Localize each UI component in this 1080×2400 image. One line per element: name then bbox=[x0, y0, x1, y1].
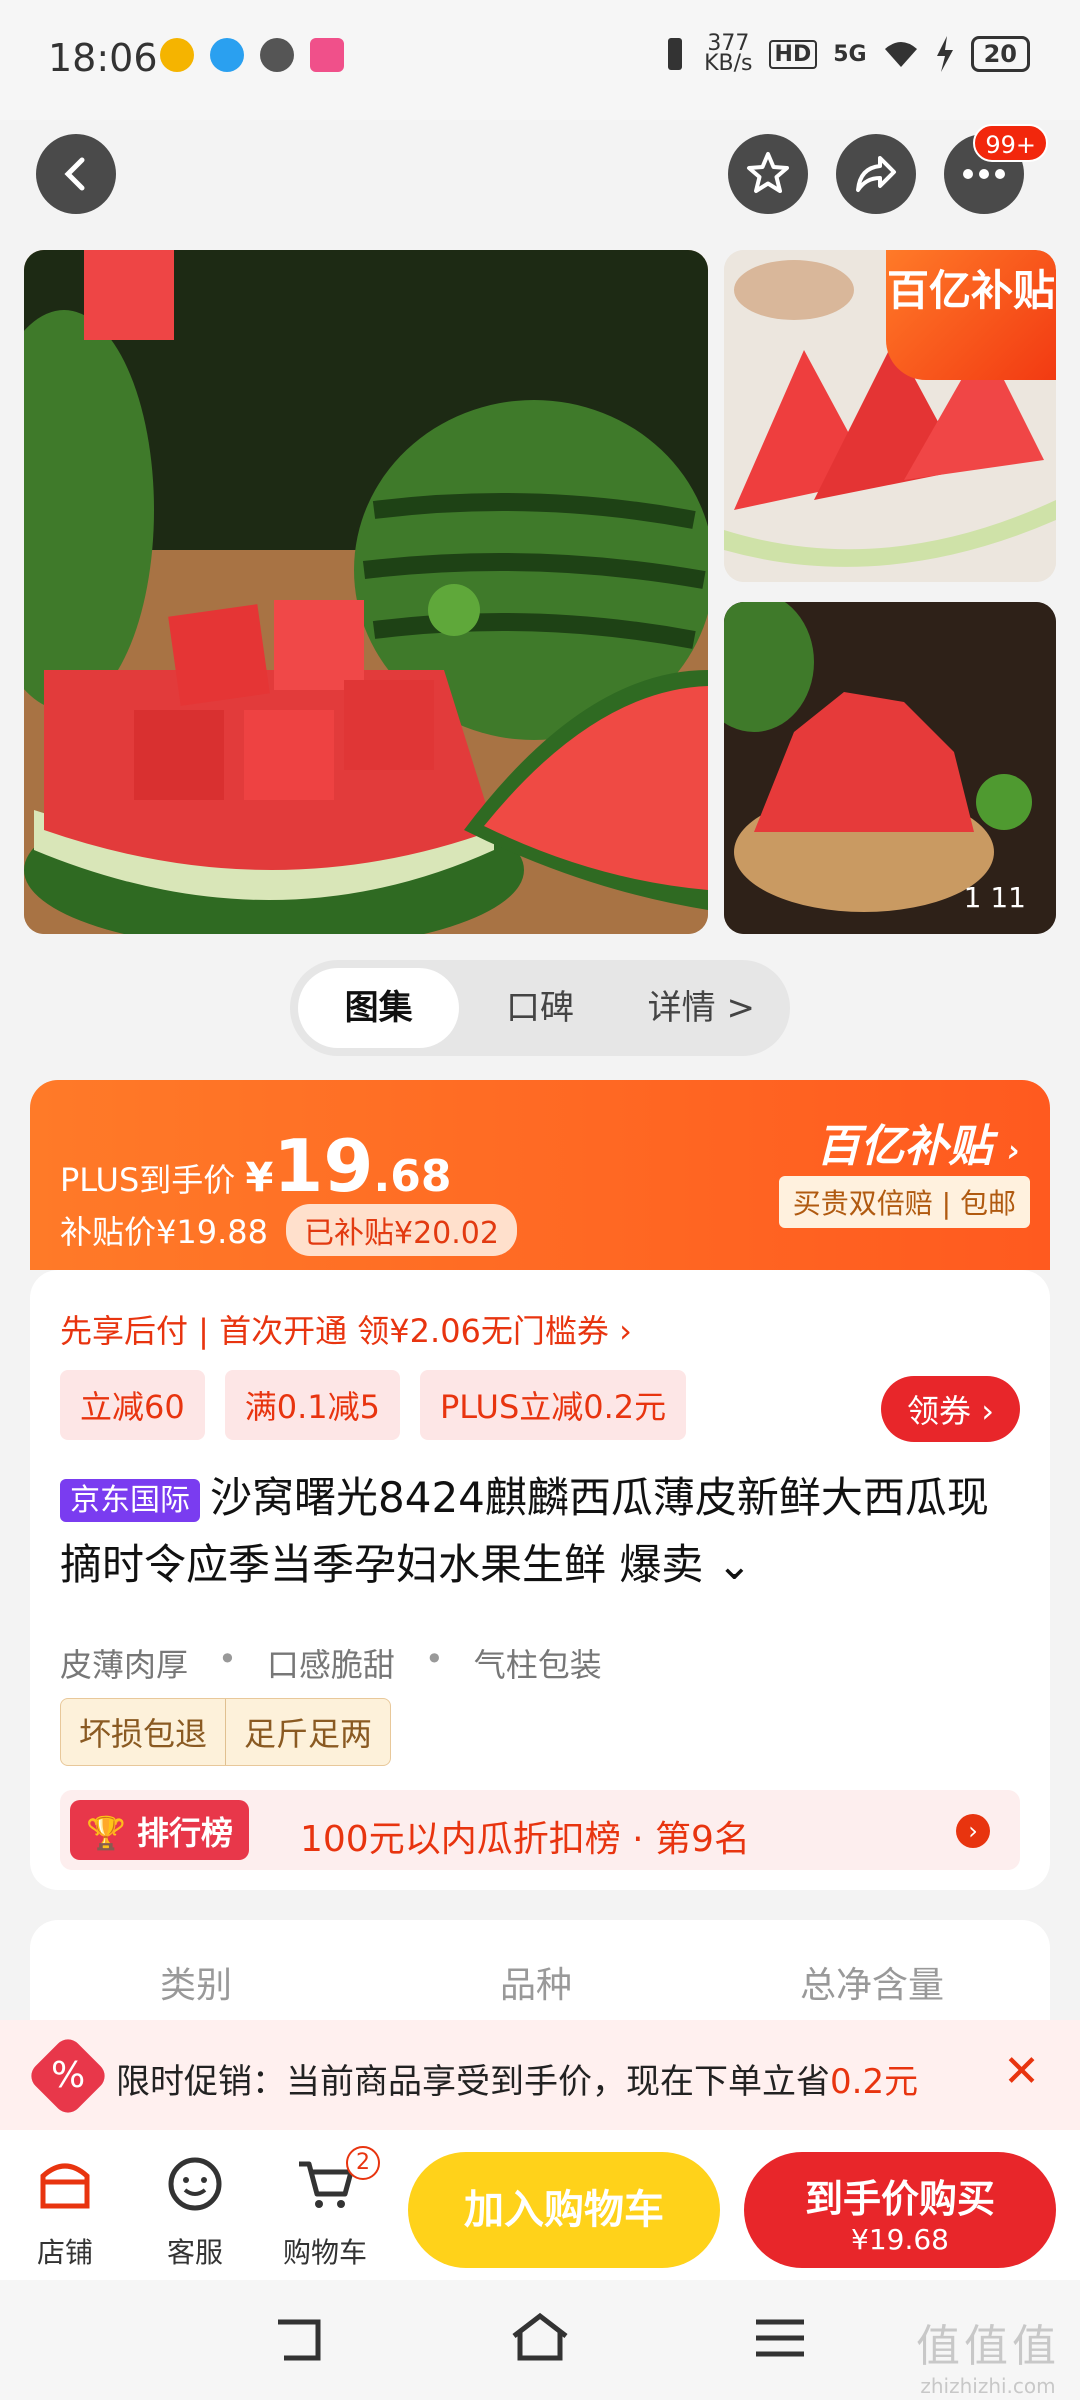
promo-chip[interactable]: PLUS立减0.2元 bbox=[420, 1370, 687, 1440]
subsidized-amount: 已补贴¥20.02 bbox=[285, 1204, 517, 1256]
chat-face-icon bbox=[168, 2157, 222, 2211]
image-counter: 1 11 bbox=[963, 881, 1026, 914]
jd-international-badge: 京东国际 bbox=[60, 1478, 200, 1522]
app-notification-icon bbox=[160, 38, 194, 72]
guarantee-tag: 买贵双倍赔 | 包邮 bbox=[778, 1176, 1030, 1228]
back-nav-icon[interactable] bbox=[270, 2314, 330, 2364]
tab-details[interactable]: 详情 > bbox=[621, 968, 782, 1048]
hd-icon: HD bbox=[768, 39, 818, 69]
watermark: 值值值 zhizhizhi.com bbox=[916, 2321, 1060, 2398]
cart-count-badge: 2 bbox=[346, 2146, 380, 2180]
subsidy-logo[interactable]: 百亿补贴 › bbox=[816, 1110, 1020, 1174]
back-button[interactable] bbox=[36, 134, 116, 214]
ranking-label: 🏆 排行榜 bbox=[70, 1800, 249, 1860]
battery-indicator: 20 bbox=[970, 36, 1030, 72]
favorite-button[interactable] bbox=[728, 134, 808, 214]
more-badge: 99+ bbox=[973, 124, 1048, 162]
share-button[interactable] bbox=[836, 134, 916, 214]
product-title[interactable]: 京东国际 沙窝曙光8424麒麟西瓜薄皮新鲜大西瓜现摘时令应季当季孕妇水果生鲜 爆卖… bbox=[60, 1466, 1020, 1597]
spec-category: 类别 bbox=[160, 1965, 233, 2006]
plus-price: PLUS到手价 ¥19.68 bbox=[60, 1124, 452, 1208]
vibrate-icon bbox=[668, 38, 683, 70]
service-tags[interactable]: 坏损包退 足斤足两 bbox=[60, 1698, 392, 1766]
status-bar: 18:06 377 KB/s HD 5G 20 bbox=[0, 0, 1080, 120]
product-thumbnail-1[interactable]: 百亿补贴 bbox=[724, 250, 1056, 582]
close-icon[interactable]: ✕ bbox=[1003, 2046, 1040, 2097]
more-icon bbox=[963, 169, 1005, 179]
promo-chips: 立减60 满0.1减5 PLUS立减0.2元 bbox=[60, 1370, 687, 1440]
promo-chip[interactable]: 满0.1减5 bbox=[224, 1370, 400, 1440]
product-thumbnail-2[interactable]: 1 11 bbox=[724, 602, 1056, 934]
add-to-cart-button[interactable]: 加入购物车 bbox=[408, 2152, 720, 2268]
menu-nav-icon[interactable] bbox=[752, 2314, 808, 2364]
tab-reviews[interactable]: 口碑 bbox=[459, 968, 620, 1048]
share-icon bbox=[856, 156, 896, 192]
watermelon-image bbox=[24, 250, 708, 934]
more-button[interactable]: 99+ bbox=[944, 124, 1048, 214]
customer-service-button[interactable]: 客服 bbox=[140, 2152, 250, 2271]
product-info-card: 先享后付 | 首次开通 领¥2.06无门槛券 › 立减60 满0.1减5 PLU… bbox=[30, 1270, 1050, 1890]
wifi-icon bbox=[884, 42, 917, 67]
limited-promo-bar: % 限时促销：当前商品享受到手价，现在下单立省0.2元 ✕ bbox=[0, 2020, 1080, 2130]
promo-text: 限时促销：当前商品享受到手价，现在下单立省0.2元 bbox=[116, 2062, 919, 2102]
get-coupon-button[interactable]: 领券 › bbox=[881, 1376, 1020, 1442]
main-product-image[interactable] bbox=[24, 250, 708, 934]
shop-icon bbox=[40, 2163, 90, 2209]
shop-button[interactable]: 店铺 bbox=[10, 2152, 120, 2271]
ranking-banner[interactable]: 🏆 排行榜 100元以内瓜折扣榜 · 第9名 › bbox=[60, 1790, 1020, 1870]
bottom-action-bar: 店铺 客服 2 购物车 加入购物车 到手价购买 ¥19.68 bbox=[0, 2130, 1080, 2280]
signal-icon: 5G bbox=[833, 41, 867, 67]
charging-icon bbox=[936, 36, 953, 72]
tab-gallery[interactable]: 图集 bbox=[298, 968, 460, 1048]
pay-later-link[interactable]: 先享后付 | 首次开通 领¥2.06无门槛券 › bbox=[60, 1306, 632, 1352]
chevron-right-icon: › bbox=[956, 1814, 990, 1848]
system-nav-bar: 值值值 zhizhizhi.com bbox=[0, 2280, 1080, 2400]
chevron-right-icon: › bbox=[1007, 1134, 1020, 1169]
top-nav: 99+ bbox=[0, 124, 1080, 230]
trophy-icon: 🏆 bbox=[86, 1814, 126, 1852]
status-time: 18:06 bbox=[48, 36, 158, 80]
star-icon bbox=[747, 152, 789, 193]
price-banner: PLUS到手价 ¥19.68 补贴价¥19.88 已补贴¥20.02 百亿补贴 … bbox=[30, 1080, 1050, 1270]
cart-button[interactable]: 2 购物车 bbox=[270, 2146, 380, 2271]
promo-chip[interactable]: 立减60 bbox=[60, 1370, 205, 1440]
product-gallery: 百亿补贴 1 11 bbox=[24, 250, 1056, 934]
app-icon bbox=[310, 38, 344, 72]
subsidy-corner-tag: 百亿补贴 bbox=[886, 250, 1056, 380]
ranking-text: 100元以内瓜折扣榜 · 第9名 bbox=[300, 1819, 750, 1860]
net-speed: 377 KB/s bbox=[704, 31, 753, 76]
spec-variety: 品种 bbox=[500, 1965, 573, 2006]
buy-now-button[interactable]: 到手价购买 ¥19.68 bbox=[744, 2152, 1056, 2268]
qq-icon bbox=[210, 38, 244, 72]
home-nav-icon[interactable] bbox=[508, 2310, 572, 2364]
discount-icon: % bbox=[25, 2033, 111, 2119]
message-icon bbox=[260, 38, 294, 72]
status-right: 377 KB/s HD 5G 20 bbox=[662, 31, 1030, 76]
feature-list: 皮薄肉厚 • 口感脆甜 • 气柱包装 bbox=[60, 1640, 602, 1684]
subsidy-price-row: 补贴价¥19.88 已补贴¥20.02 bbox=[60, 1204, 517, 1256]
chevron-left-icon bbox=[64, 157, 85, 191]
media-tabs: 图集 口碑 详情 > bbox=[290, 960, 790, 1056]
notification-icons bbox=[160, 38, 344, 72]
spec-net-weight: 总净含量 bbox=[800, 1965, 945, 2006]
